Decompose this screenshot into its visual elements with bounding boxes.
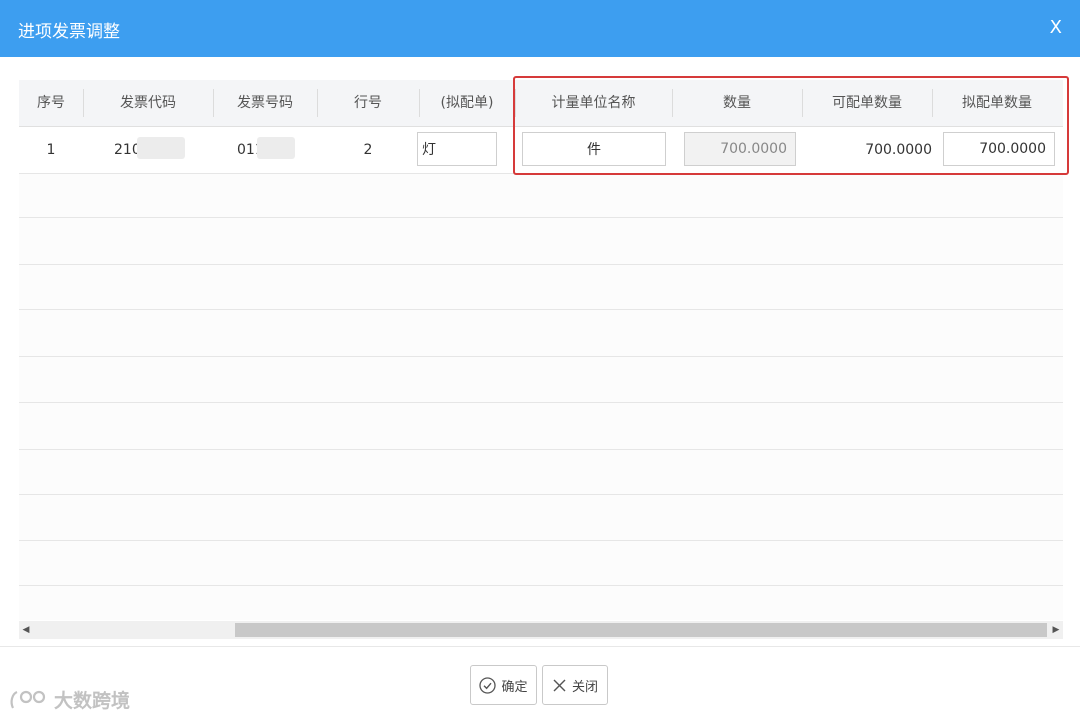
- quantity-input: [684, 132, 796, 166]
- close-icon[interactable]: X: [1050, 17, 1062, 38]
- cell-seq: 1: [46, 142, 56, 158]
- grid-row-line: [19, 494, 1063, 495]
- header-invoice-code[interactable]: 发票代码: [83, 80, 213, 126]
- cell-matchable-qty: 700.0000: [865, 142, 932, 158]
- dialog-title-bar: 进项发票调整 X: [0, 0, 1080, 57]
- redacted-block: [257, 137, 295, 159]
- watermark-text: 大数跨境: [54, 690, 131, 712]
- close-button-label: 关闭: [571, 679, 598, 695]
- close-x-icon: [553, 679, 566, 691]
- dialog-title: 进项发票调整: [18, 22, 120, 42]
- cell-line-no: 2: [363, 142, 373, 158]
- confirm-button-label: 确定: [501, 679, 528, 695]
- header-matchable-qty[interactable]: 可配单数量: [802, 80, 932, 126]
- grid-row-line: [19, 356, 1063, 357]
- scroll-right-icon[interactable]: ▶: [1049, 621, 1063, 639]
- header-planned-qty[interactable]: 拟配单数量: [932, 80, 1062, 126]
- grid-row-line: [19, 402, 1063, 403]
- header-quantity[interactable]: 数量: [672, 80, 802, 126]
- confirm-button[interactable]: 确定: [470, 665, 537, 705]
- table-row[interactable]: 1 210 011 2 700.0000: [19, 127, 1063, 174]
- header-match-name[interactable]: (拟配单): [419, 80, 515, 126]
- grid-row-line: [19, 540, 1063, 541]
- grid-row-line: [19, 217, 1063, 218]
- grid-row-line: [19, 309, 1063, 310]
- scroll-left-icon[interactable]: ◀: [19, 621, 33, 639]
- grid-row-line: [19, 264, 1063, 265]
- header-unit-name[interactable]: 计量单位名称: [515, 80, 672, 126]
- redacted-block: [137, 137, 185, 159]
- grid-row-line: [19, 449, 1063, 450]
- scrollbar-thumb[interactable]: [235, 623, 1047, 637]
- unit-name-input[interactable]: [522, 132, 666, 166]
- match-name-input[interactable]: [417, 132, 497, 166]
- header-seq[interactable]: 序号: [19, 80, 83, 126]
- watermark-logo-icon: [10, 690, 46, 708]
- footer-divider: [0, 646, 1080, 647]
- horizontal-scrollbar[interactable]: ◀ ▶: [19, 621, 1063, 639]
- grid-row-line: [19, 585, 1063, 586]
- planned-qty-input[interactable]: [943, 132, 1055, 166]
- header-invoice-number[interactable]: 发票号码: [213, 80, 317, 126]
- close-button[interactable]: 关闭: [542, 665, 608, 705]
- check-circle-icon: [479, 676, 497, 694]
- invoice-adjust-dialog: 进项发票调整 X 序号 发票代码 发票号码 行号 (拟配单) 计量单位名称 数量…: [0, 0, 1080, 721]
- table-header: 序号 发票代码 发票号码 行号 (拟配单) 计量单位名称 数量 可配单数量 拟配…: [19, 80, 1063, 127]
- watermark: 大数跨境: [8, 686, 130, 713]
- header-line-no[interactable]: 行号: [317, 80, 419, 126]
